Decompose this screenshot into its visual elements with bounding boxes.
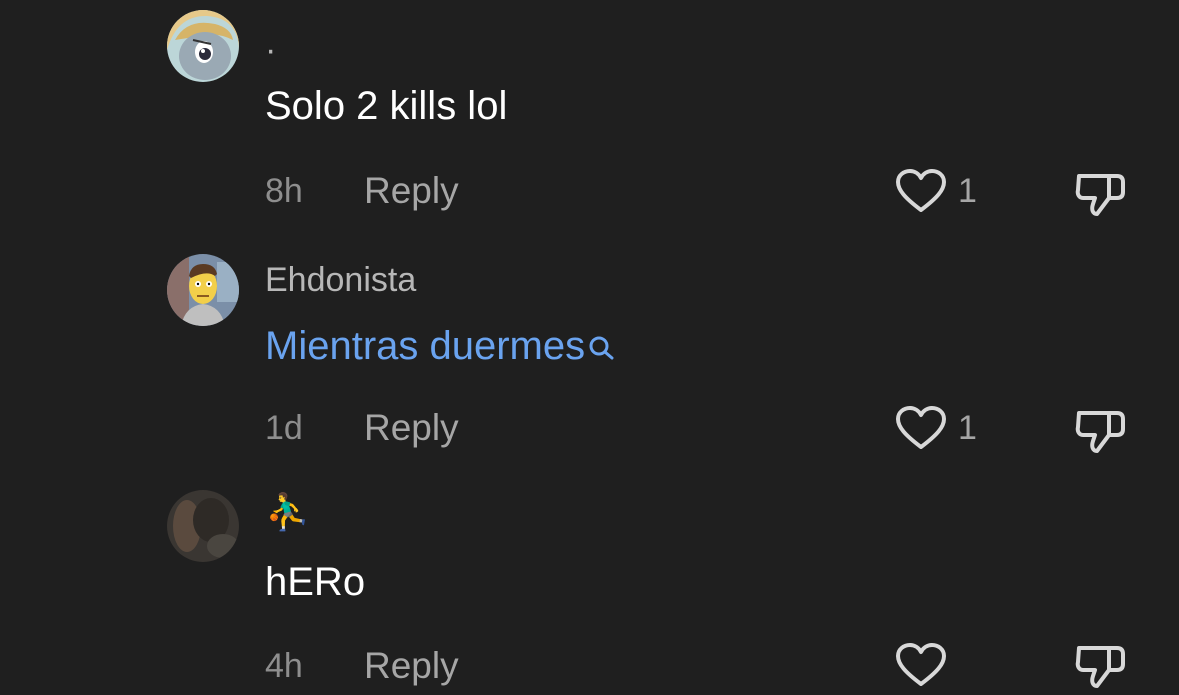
comment-text[interactable]: Mientras duermes [265, 324, 585, 368]
like-count: 1 [958, 172, 977, 210]
thumbs-down-icon[interactable] [1073, 168, 1129, 218]
comment-username[interactable]: ⛹️‍♂️ [265, 492, 310, 532]
comments-list: · Solo 2 kills lol 8h Reply 1 Ehdonista … [0, 0, 1179, 695]
comment-text: Solo 2 kills lol [265, 84, 508, 128]
pony-avatar-icon[interactable] [167, 10, 239, 82]
heart-icon[interactable] [895, 168, 947, 214]
thumbs-down-icon[interactable] [1073, 405, 1129, 455]
comment-timestamp: 8h [265, 172, 303, 210]
reply-button[interactable]: Reply [364, 408, 459, 448]
dark-photo-avatar-icon[interactable] [167, 490, 239, 562]
heart-icon[interactable] [895, 642, 947, 688]
search-link-text[interactable]: Mientras duermes [265, 322, 617, 374]
comment-text: hERo [265, 560, 366, 604]
comment-username[interactable]: Ehdonista [265, 260, 416, 300]
comment-timestamp: 4h [265, 647, 303, 685]
like-count: 1 [958, 409, 977, 447]
comment-username[interactable]: · [265, 30, 276, 70]
thumbs-down-icon[interactable] [1073, 640, 1129, 690]
comment-timestamp: 1d [265, 409, 303, 447]
search-icon[interactable] [587, 326, 617, 374]
reply-button[interactable]: Reply [364, 646, 459, 686]
reply-button[interactable]: Reply [364, 171, 459, 211]
heart-icon[interactable] [895, 405, 947, 451]
cartoon-man-avatar-icon[interactable] [167, 254, 239, 326]
